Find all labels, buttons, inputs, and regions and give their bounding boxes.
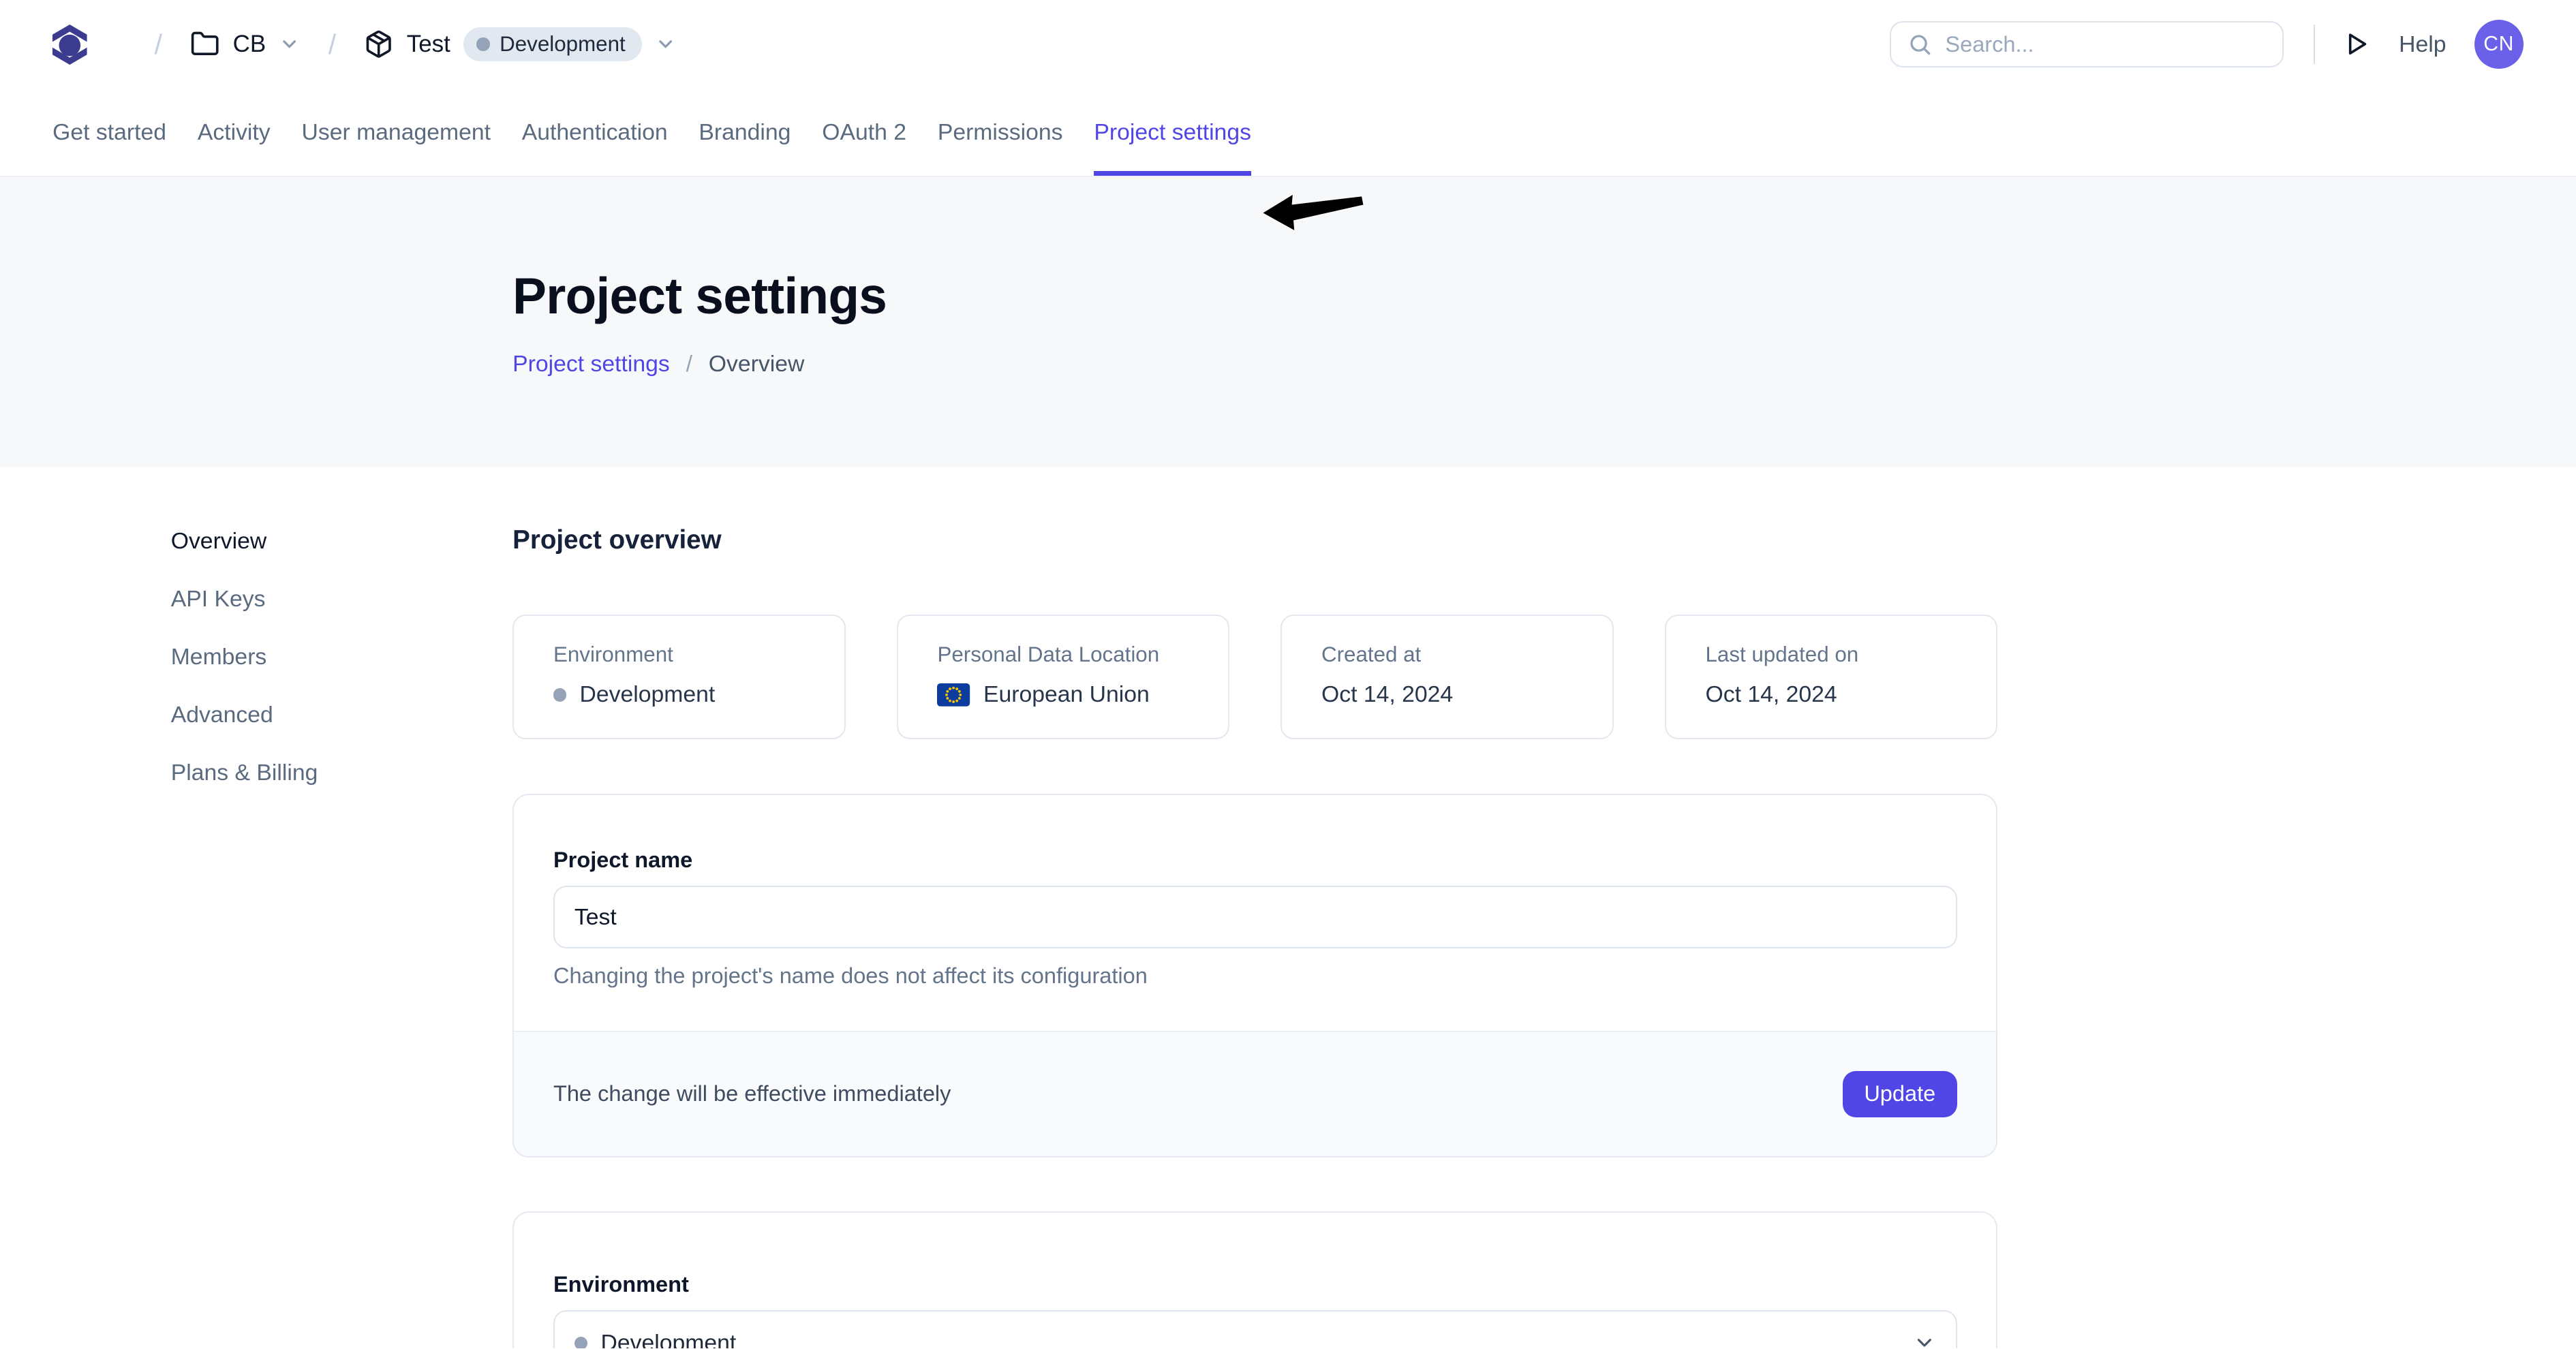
avatar[interactable]: CN <box>2474 20 2524 69</box>
project-switcher[interactable]: Test Development <box>364 27 676 62</box>
breadcrumb-separator: / <box>328 29 336 61</box>
sidebar-item-advanced[interactable]: Advanced <box>171 699 512 729</box>
sidebar-item-api-keys[interactable]: API Keys <box>171 583 512 613</box>
chevron-down-icon <box>279 33 300 55</box>
tab-permissions[interactable]: Permissions <box>938 89 1063 176</box>
header-divider <box>2314 25 2315 64</box>
breadcrumb-link[interactable]: Project settings <box>512 351 670 377</box>
top-header: / CB / <box>0 0 2576 89</box>
status-dot-icon <box>574 1337 587 1348</box>
search-box[interactable] <box>1890 21 2284 67</box>
tab-activity[interactable]: Activity <box>198 89 271 176</box>
sidebar-item-label: Plans & Billing <box>171 760 318 786</box>
footer-note: The change will be effective immediately <box>553 1081 951 1106</box>
sidebar-item-label: Members <box>171 644 267 670</box>
info-card-created-at: Created at Oct 14, 2024 <box>1281 615 1614 739</box>
breadcrumb: Project settings / Overview <box>512 351 2576 377</box>
project-name-card-footer: The change will be effective immediately… <box>514 1031 1996 1156</box>
tab-oauth-2[interactable]: OAuth 2 <box>822 89 906 176</box>
quickstart-button[interactable] <box>2342 29 2371 59</box>
project-name-label: Project name <box>553 848 1957 873</box>
settings-sidenav: Overview API Keys Members Advanced Plans… <box>171 525 512 1348</box>
tab-user-management[interactable]: User management <box>301 89 491 176</box>
breadcrumb-current: Overview <box>709 351 805 377</box>
org-switcher[interactable]: CB <box>190 29 301 59</box>
info-cards: Environment Development Personal Data Lo… <box>512 615 1997 739</box>
sidebar-item-plans-billing[interactable]: Plans & Billing <box>171 757 512 787</box>
app-logo-icon[interactable] <box>52 22 87 67</box>
info-card-label: Personal Data Location <box>937 642 1189 667</box>
status-dot-icon <box>476 37 489 50</box>
eu-flag-icon <box>937 683 970 707</box>
search-icon <box>1907 32 1932 57</box>
project-name: Test <box>407 31 450 58</box>
page-title: Project settings <box>512 266 2576 325</box>
project-name-input[interactable] <box>553 886 1957 948</box>
environment-select-value: Development <box>600 1330 736 1348</box>
chevron-down-icon <box>1913 1331 1936 1348</box>
environment-select[interactable]: Development <box>553 1310 1957 1348</box>
folder-icon <box>190 29 219 59</box>
section-title: Project overview <box>512 525 1997 555</box>
info-card-label: Environment <box>553 642 805 667</box>
help-link[interactable]: Help <box>2399 31 2446 58</box>
sidebar-item-members[interactable]: Members <box>171 641 512 671</box>
info-card-value: Development <box>580 681 716 708</box>
primary-tabs: Get started Activity User management Aut… <box>0 89 2576 177</box>
sidebar-item-label: API Keys <box>171 586 266 612</box>
status-dot-icon <box>553 688 566 701</box>
sidebar-item-overview[interactable]: Overview <box>171 525 512 555</box>
sidebar-item-label: Overview <box>171 528 267 554</box>
info-card-value: European Union <box>983 681 1150 708</box>
tab-branding[interactable]: Branding <box>699 89 791 176</box>
package-icon <box>364 29 393 59</box>
info-card-value: Oct 14, 2024 <box>1321 681 1453 708</box>
info-card-last-updated: Last updated on Oct 14, 2024 <box>1665 615 1998 739</box>
environment-badge-label: Development <box>500 32 626 57</box>
environment-badge: Development <box>463 27 642 62</box>
org-name: CB <box>233 31 266 58</box>
search-input[interactable] <box>1945 32 2266 57</box>
environment-label: Environment <box>553 1272 1957 1297</box>
info-card-value: Oct 14, 2024 <box>1705 681 1837 708</box>
project-name-hint: Changing the project's name does not aff… <box>553 963 1957 989</box>
project-name-card: Project name Changing the project's name… <box>512 794 1997 1158</box>
info-card-label: Created at <box>1321 642 1573 667</box>
breadcrumb-separator: / <box>686 351 692 377</box>
app-root: / CB / <box>0 0 2576 1348</box>
content-area: Overview API Keys Members Advanced Plans… <box>0 467 2576 1349</box>
chevron-down-icon <box>655 33 676 55</box>
info-card-environment: Environment Development <box>512 615 846 739</box>
info-card-label: Last updated on <box>1705 642 1957 667</box>
breadcrumb-separator: / <box>155 29 162 61</box>
info-card-data-location: Personal Data Location <box>897 615 1230 739</box>
page-hero: Project settings Project settings / Over… <box>0 177 2576 466</box>
sidebar-item-label: Advanced <box>171 702 273 728</box>
main-panel: Project overview Environment Development… <box>512 525 1997 1348</box>
environment-card: Environment Development <box>512 1211 1997 1348</box>
tab-project-settings[interactable]: Project settings <box>1094 89 1251 176</box>
header-actions: Help CN <box>1890 20 2524 69</box>
header-breadcrumb: / CB / <box>52 22 676 67</box>
tab-authentication[interactable]: Authentication <box>522 89 668 176</box>
tab-get-started[interactable]: Get started <box>52 89 166 176</box>
update-button[interactable]: Update <box>1843 1071 1957 1117</box>
play-icon <box>2342 29 2371 59</box>
